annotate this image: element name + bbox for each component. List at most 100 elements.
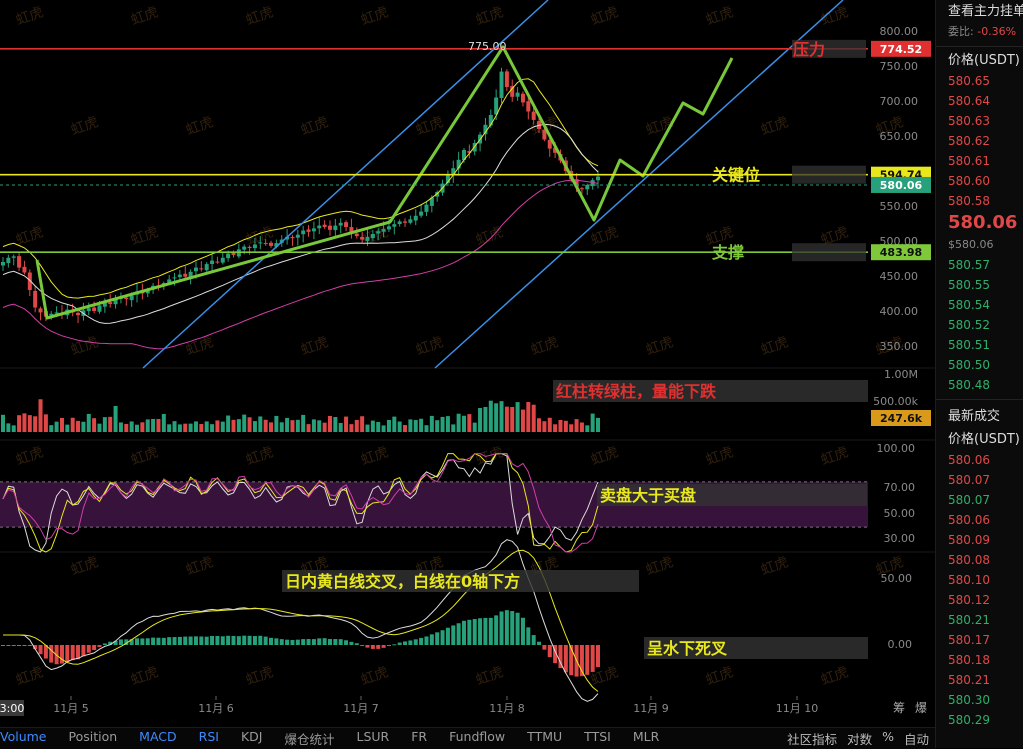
trade-price[interactable]: 580.10 [936,570,1023,590]
macd-bar [408,640,413,645]
volume-bar [151,418,156,432]
chart-svg[interactable]: 虹虎 虹虎 虹虎 虹虎 虹虎 虹虎 虹虎 虹虎虹虎 虹虎 虹虎 虹虎 虹虎 虹虎 虹虎 虹虎虹虎 虹虎 虹虎 虹虎… [0,0,935,727]
tab-macd[interactable]: MACD [128,729,187,748]
bid-price[interactable]: 580.55 [936,275,1023,295]
tab-fr[interactable]: FR [400,729,438,748]
candle-body [408,219,413,223]
asks-header: 价格(USDT) [948,53,1020,68]
macd-bar [161,637,166,645]
volume-bar [440,416,445,432]
trade-price[interactable]: 580.21 [936,610,1023,630]
candle-body [263,243,268,245]
watermark-text: 虹虎 [299,334,331,359]
volume-bar [210,424,215,432]
candle-body [322,224,327,227]
macd-bar [338,639,343,645]
trades-title[interactable]: 最新成交 [936,404,1023,430]
trade-price[interactable]: 580.09 [936,530,1023,550]
volume-bar [279,422,284,432]
macd-bar [531,635,536,645]
ask-price[interactable]: 580.58 [936,191,1023,211]
trades-list: 580.06 580.07 580.07 580.06 580.09 580.08 580.… [936,450,1023,730]
last-price: 580.06 [948,212,1018,233]
chart-area[interactable]: 虹虎 虹虎 虹虎 虹虎 虹虎 虹虎 虹虎 虹虎 虹虎 虹虎 虹虎 虹虎 虹虎 虹虎 虹虎 虹虎 虹虎 虹虎 虹虎 虹虎… [0,0,935,748]
tab-ttsi[interactable]: TTSI [573,729,622,748]
ask-price[interactable]: 580.63 [936,111,1023,131]
macd-bar [295,639,300,645]
toolbar-option[interactable]: 社区指标 [787,729,837,748]
macd-bar [65,645,70,662]
volume-bar [478,408,483,432]
ask-price[interactable]: 580.61 [936,151,1023,171]
macd-bar [542,645,547,650]
trade-price[interactable]: 580.17 [936,630,1023,650]
order-book-title[interactable]: 查看主力挂单 [936,0,1023,22]
price-axis-tick: 800.00 [880,25,919,38]
ask-price[interactable]: 580.62 [936,131,1023,151]
candle-body [354,233,359,237]
tab-mlr[interactable]: MLR [622,729,670,748]
macd-bar [17,645,22,646]
candle-body [510,86,515,97]
trade-price[interactable]: 580.07 [936,470,1023,490]
tab-rsi[interactable]: RSI [188,729,230,748]
trade-price[interactable]: 580.21 [936,670,1023,690]
toolbar-option[interactable]: 对数 [847,729,872,748]
macd-bar [397,642,402,645]
bid-price[interactable]: 580.50 [936,355,1023,375]
toolbar-option[interactable]: 自动 [904,729,929,748]
tab-kdj[interactable]: KDJ [230,729,274,748]
volume-axis-tick: 500.00k [873,395,918,408]
bid-price[interactable]: 580.52 [936,315,1023,335]
watermark-text: 虹虎 [589,4,621,29]
volume-bar [140,422,145,432]
ask-price[interactable]: 580.60 [936,171,1023,191]
volume-bar [236,419,241,432]
volume-bar [569,424,574,432]
tab-lsur[interactable]: LSUR [346,729,401,748]
bid-price[interactable]: 580.51 [936,335,1023,355]
bid-price[interactable]: 580.57 [936,255,1023,275]
macd-bar [451,625,456,645]
tab-爆仓统计[interactable]: 爆仓统计 [273,729,345,748]
watermark-text: 虹虎 [644,554,676,579]
bid-price[interactable]: 580.54 [936,295,1023,315]
toolbar-option[interactable]: % [882,729,894,748]
volume-bar [317,420,322,432]
volume-bar [553,424,558,432]
macd-bar [274,638,279,645]
volume-bar [65,424,70,432]
candle-body [215,261,220,263]
trade-price[interactable]: 580.07 [936,490,1023,510]
trade-price[interactable]: 580.29 [936,710,1023,730]
volume-bar [429,415,434,432]
macd-bar [322,638,327,645]
macd-bar [526,627,531,645]
tab-position[interactable]: Position [58,729,129,748]
trade-price[interactable]: 580.06 [936,450,1023,470]
trade-price[interactable]: 580.12 [936,590,1023,610]
annotation-text: 呈水下死叉 [647,639,728,658]
candle-body [258,242,263,244]
volume-bar [413,420,418,432]
ask-price[interactable]: 580.65 [936,71,1023,91]
tab-fundflow[interactable]: Fundflow [438,729,516,748]
ask-price[interactable]: 580.64 [936,91,1023,111]
watermark-text: 虹虎 [14,4,46,29]
trade-price[interactable]: 580.06 [936,510,1023,530]
macd-bar [49,645,54,663]
candle-body [504,71,509,87]
volume-bar [467,414,472,432]
watermark-text: 虹虎 [759,334,791,359]
tab-volume[interactable]: Volume [0,729,58,748]
trade-price[interactable]: 580.08 [936,550,1023,570]
trade-price[interactable]: 580.30 [936,690,1023,710]
candle-body [424,204,429,212]
trade-price[interactable]: 580.18 [936,650,1023,670]
tab-ttmu[interactable]: TTMU [516,729,573,748]
macd-bar [494,615,499,645]
macd-bar [193,636,198,645]
volume-bar [231,419,236,432]
macd-bar [210,635,215,645]
bid-price[interactable]: 580.48 [936,375,1023,395]
